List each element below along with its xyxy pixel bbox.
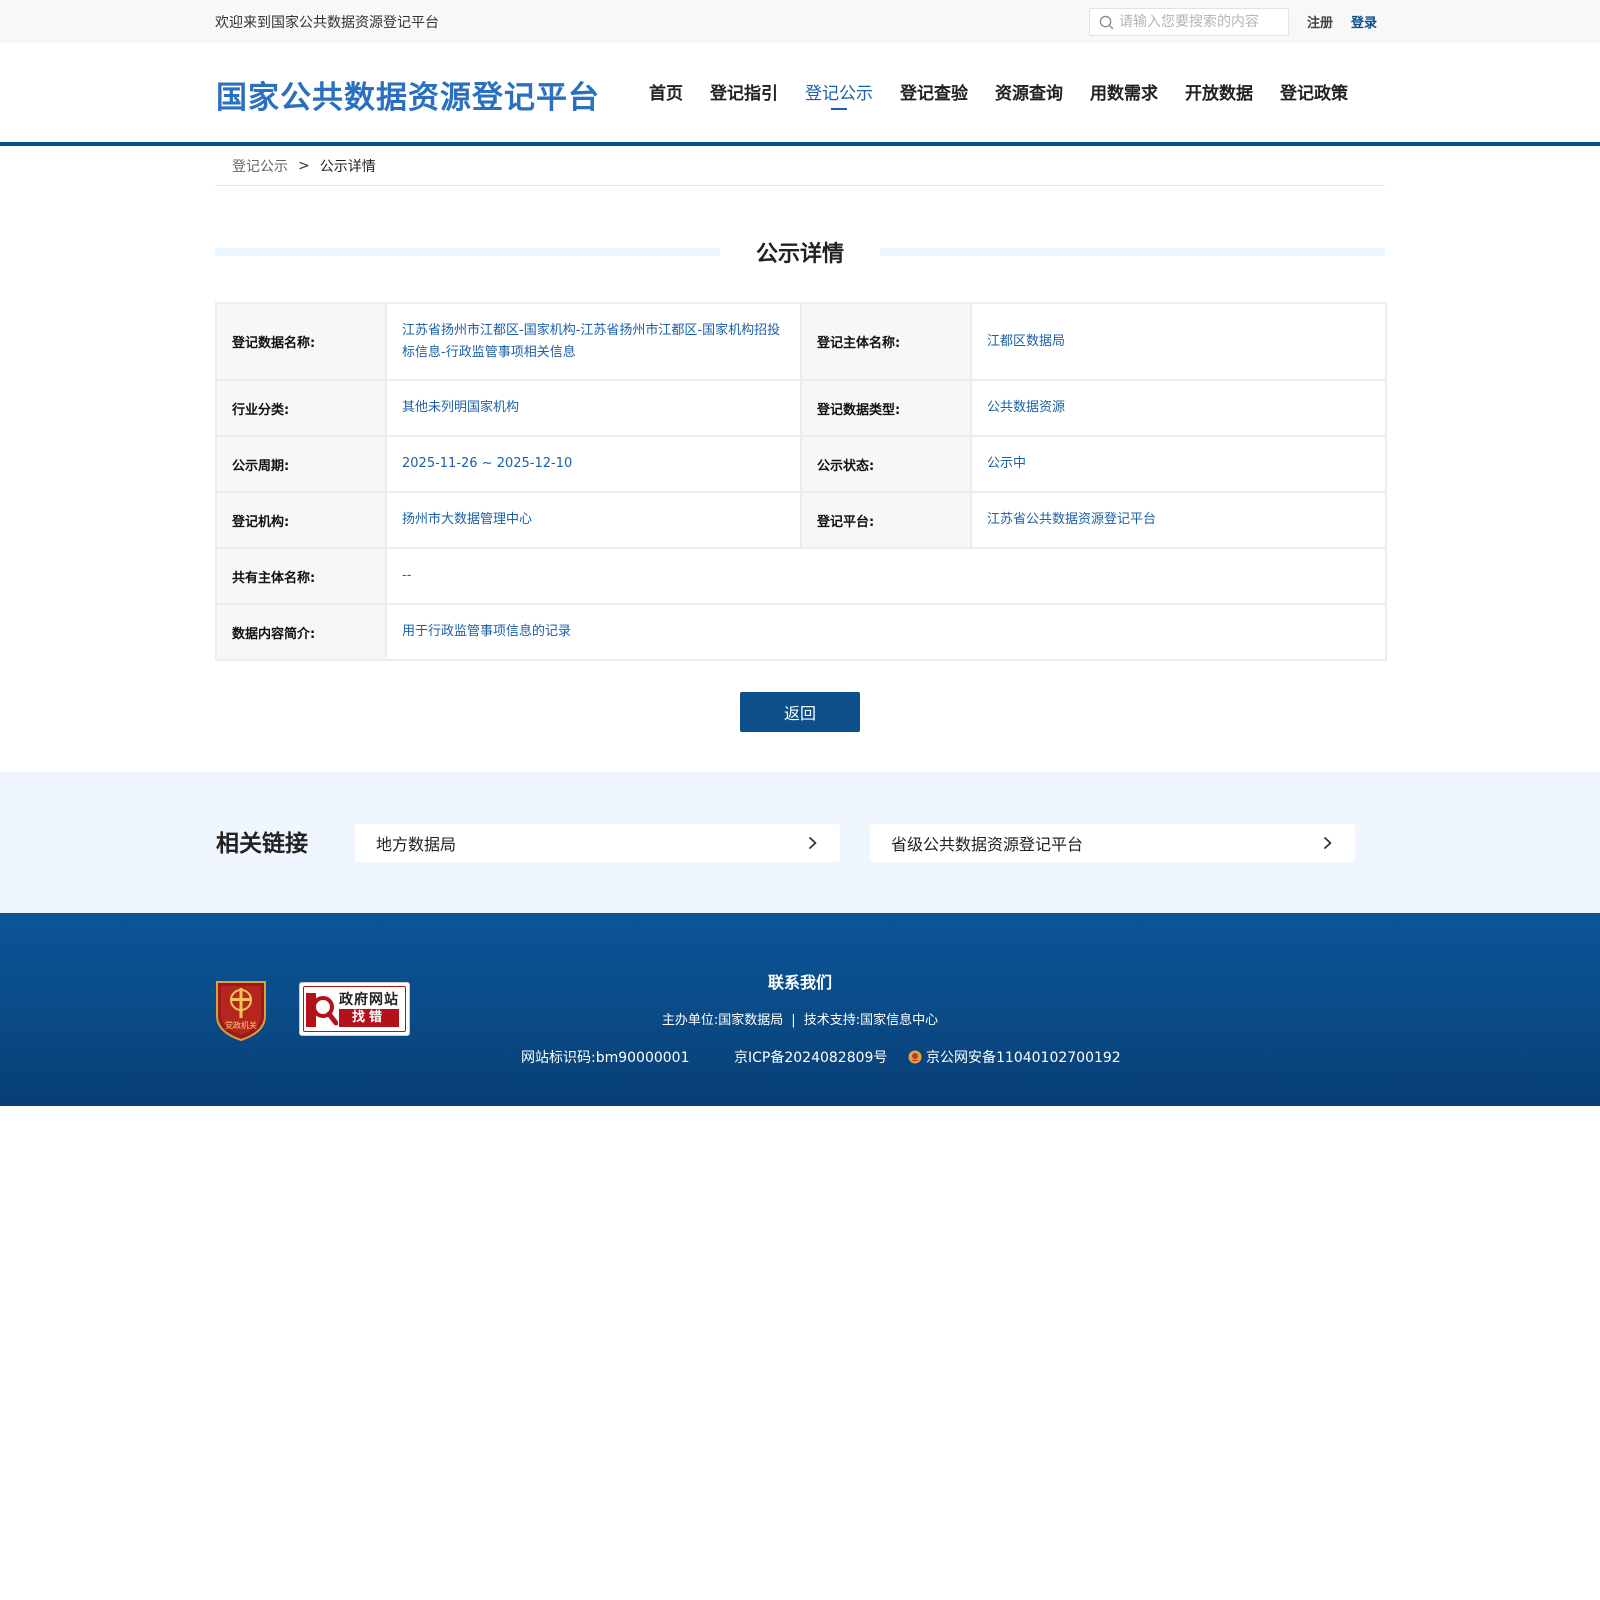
industry-label: 行业分类: [215,379,387,437]
title-decor-left [215,248,720,256]
table-row: 行业分类: 其他未列明国家机构 登记数据类型: 公共数据资源 [215,379,1387,437]
gov-website-error-report-badge[interactable]: 政府网站 找错 [299,982,410,1036]
footer-divider: | [791,1013,796,1028]
welcome-text: 欢迎来到国家公共数据资源登记平台 [215,15,439,31]
related-link-local-data-bureau[interactable]: 地方数据局 [355,824,840,862]
party-badge-text: 党政机关 [225,1020,257,1030]
data-type-label: 登记数据类型: [800,379,972,437]
chevron-right-icon [809,837,817,849]
site-header: 国家公共数据资源登记平台 首页 登记指引 登记公示 登记查验 资源查询 用数需求… [0,43,1600,146]
login-link[interactable]: 登录 [1351,12,1377,31]
platform-label: 登记平台: [800,491,972,549]
subject-value: 江都区数据局 [970,302,1387,381]
table-row: 登记数据名称: 江苏省扬州市江都区-国家机构-江苏省扬州市江都区-国家机构招投标… [215,302,1387,381]
site-id-text: 网站标识码:bm90000001 [521,1050,690,1066]
related-link-provincial-platform[interactable]: 省级公共数据资源登记平台 [870,824,1355,862]
sponsor-text: 主办单位:国家数据局 [661,1013,784,1028]
table-row: 数据内容简介: 用于行政监管事项信息的记录 [215,603,1387,661]
table-row: 共有主体名称: -- [215,547,1387,605]
party-emblem-icon: 党政机关 [216,981,266,1042]
breadcrumb-current: 公示详情 [319,158,376,175]
back-button[interactable]: 返回 [740,692,860,732]
title-decor-right [880,248,1385,256]
nav-registration-verify[interactable]: 登记查验 [900,79,968,104]
data-name-value: 江苏省扬州市江都区-国家机构-江苏省扬州市江都区-国家机构招投标信息-行政监管事… [385,302,802,381]
nav-registration-guide[interactable]: 登记指引 [710,79,778,104]
police-badge-icon [908,1050,922,1064]
related-links-section: 相关链接 地方数据局 省级公共数据资源登记平台 [0,772,1600,913]
subject-label: 登记主体名称: [800,302,972,381]
summary-value: 用于行政监管事项信息的记录 [385,603,1387,661]
contact-title: 联系我们 [767,973,832,992]
data-type-value: 公共数据资源 [970,379,1387,437]
nav-registration-notice[interactable]: 登记公示 [805,79,873,110]
co-owner-value: -- [385,547,1387,605]
breadcrumb-separator: > [298,157,310,174]
magnifier-icon [306,993,338,1027]
register-link[interactable]: 注册 [1307,12,1333,31]
gov-badge-line2: 找错 [339,1009,399,1027]
detail-table: 登记数据名称: 江苏省扬州市江都区-国家机构-江苏省扬州市江都区-国家机构招投标… [215,302,1387,661]
search-input[interactable] [1119,14,1279,30]
data-name-label: 登记数据名称: [215,302,387,381]
nav-open-data[interactable]: 开放数据 [1185,79,1253,104]
tech-support-text: 技术支持:国家信息中心 [803,1013,939,1028]
period-value: 2025-11-26 ~ 2025-12-10 [385,435,802,493]
police-record-text: 京公网安备11040102700192 [926,1050,1121,1066]
status-label: 公示状态: [800,435,972,493]
site-logo[interactable]: 国家公共数据资源登记平台 [216,72,600,117]
gov-badge-line1: 政府网站 [339,992,399,1008]
related-link-label: 省级公共数据资源登记平台 [891,835,1084,854]
table-row: 公示周期: 2025-11-26 ~ 2025-12-10 公示状态: 公示中 [215,435,1387,493]
site-footer: 党政机关 政府网站 找错 联系我们 主办单位:国家数据局 | 技术支持:国家信息中心… [0,913,1600,1106]
icp-link[interactable]: 京ICP备2024082809号 [734,1047,887,1067]
party-government-badge[interactable]: 党政机关 [214,978,268,1046]
breadcrumb: 登记公示 > 公示详情 [215,146,1385,186]
nav-data-demand[interactable]: 用数需求 [1090,79,1158,104]
main-nav: 首页 登记指引 登记公示 登记查验 资源查询 用数需求 开放数据 登记政策 [649,79,1348,110]
co-owner-label: 共有主体名称: [215,547,387,605]
period-label: 公示周期: [215,435,387,493]
sponsor-line: 主办单位:国家数据局 | 技术支持:国家信息中心 [500,1009,1100,1028]
page-title: 公示详情 [755,241,844,267]
search-icon [1099,15,1114,29]
nav-registration-policy[interactable]: 登记政策 [1280,79,1348,104]
breadcrumb-parent-link[interactable]: 登记公示 [232,156,288,176]
org-label: 登记机构: [215,491,387,549]
search-box[interactable] [1089,8,1289,36]
chevron-right-icon [1324,837,1332,849]
top-bar: 欢迎来到国家公共数据资源登记平台 注册 登录 [0,0,1600,43]
table-row: 登记机构: 扬州市大数据管理中心 登记平台: 江苏省公共数据资源登记平台 [215,491,1387,549]
summary-label: 数据内容简介: [215,603,387,661]
org-value: 扬州市大数据管理中心 [385,491,802,549]
nav-resource-query[interactable]: 资源查询 [995,79,1063,104]
related-link-label: 地方数据局 [376,835,457,854]
status-value: 公示中 [970,435,1387,493]
nav-home[interactable]: 首页 [649,79,683,104]
related-links-title: 相关链接 [216,830,308,857]
police-record-link[interactable]: 京公网安备11040102700192 [908,1047,1121,1067]
platform-value: 江苏省公共数据资源登记平台 [970,491,1387,549]
industry-value: 其他未列明国家机构 [385,379,802,437]
